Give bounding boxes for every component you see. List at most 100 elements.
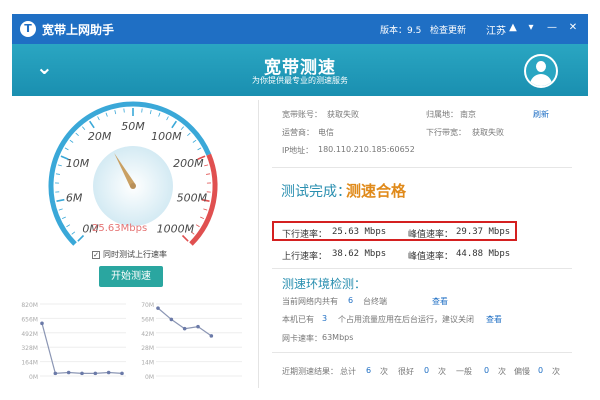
version-label: 版本：9.5 [380,26,422,36]
history-normal: 0 [484,366,490,375]
graph-axis-label: 28M [141,345,154,352]
account-label: 宽带账号： [282,110,322,119]
gauge-tick [61,216,66,220]
history-label: 近期测速结果： [282,367,338,376]
graph-line [157,307,212,337]
gauge-tick [56,198,65,203]
gauge-tick [192,139,197,143]
bg-text-b: 个占用流量应用在后台运行，建议关闭 [338,315,474,324]
lan-count: 6 [348,296,354,305]
bg-count: 3 [322,314,328,323]
shirt-icon[interactable]: ▲ [506,21,520,35]
location-value: 南京 [460,110,476,119]
upload-value: 38.62 Mbps [332,249,387,259]
download-history-graph: 820M 656M 492M 328M 164M 0M [21,302,126,381]
gauge-tick [195,224,200,228]
gauge-tick [64,147,69,151]
download-label: 下行速率： [282,230,328,240]
result-verdict: 测速合格 [346,182,407,200]
speed-readout: 25.63Mbps [92,223,148,234]
app-logo-icon: T [20,21,36,37]
close-icon[interactable]: ✕ [566,21,580,35]
sync-upload-option[interactable]: ✓ 同时测试上行速率 [92,249,167,260]
isp-label: 运营商： [282,128,314,137]
upload-peak-value: 44.88 Mbps [456,249,511,259]
history-very-good-label: 很好 [398,367,414,376]
gauge-tick [158,112,161,117]
divider [272,268,572,269]
refresh-link[interactable]: 刷新 [533,109,549,120]
gauge-hub [130,183,136,189]
gauge-tick [66,224,71,228]
gauge-tick [89,120,95,129]
gauge-tick [57,164,62,167]
gauge-tick [82,126,86,130]
divider [272,167,572,168]
gauge-tick-label: 10M [66,157,90,170]
history-total: 6 [366,366,372,375]
user-avatar[interactable] [524,54,558,88]
history-unit: 次 [438,367,446,376]
download-value: 25.63 Mbps [332,227,387,237]
gauge-tick-label: 500M [177,192,208,205]
graph-point [106,370,111,375]
history-unit: 次 [552,367,560,376]
history-poor-label: 偏慢 [514,367,530,376]
start-test-button[interactable]: 开始测速 [99,266,163,287]
graph-axis-label: 0M [29,374,38,381]
graph-line [41,323,123,374]
lan-text-b: 台终端 [363,297,387,306]
graph-point [120,371,124,376]
graph-point [93,371,98,376]
gauge-tick-label: 1000M [157,222,195,235]
graph-point [40,321,44,326]
nic-label: 网卡速率： [282,334,322,343]
environment-title: 测速环境检测： [282,277,367,291]
graph-point [196,324,200,329]
sync-upload-checkbox[interactable]: ✓ [92,250,100,259]
gauge-tick [75,132,79,137]
divider [272,352,572,353]
gauge-tick [58,208,63,211]
result-prefix: 测试完成： [281,184,351,200]
minimize-icon[interactable]: — [545,21,559,35]
gauge-tick [69,139,74,143]
history-normal-label: 一般 [456,367,472,376]
isp-value: 电信 [318,128,334,137]
lan-view-link[interactable]: 查看 [432,296,448,307]
gauge-tick [166,116,169,121]
gauge-tick [171,120,177,129]
nic-value: 63Mbps [322,333,354,342]
bg-view-link[interactable]: 查看 [486,314,502,325]
gauge-tick [187,132,191,137]
title-bar: T 宽带上网助手 版本：9.5 检查更新 江苏 ▲ ▾ — ✕ [12,14,588,44]
graph-point [80,371,84,376]
region-label[interactable]: 江苏 [486,22,506,37]
gauge-tick [71,231,76,235]
graph-point [169,317,174,322]
gauge-tick [77,234,85,242]
gauge-tick [149,110,152,115]
account-value: 获取失败 [327,110,359,119]
gauge-tick [203,208,208,211]
page-subtitle: 为你提供最专业的测速服务 [252,76,348,85]
gauge-tick [206,173,211,175]
gauge-tick [105,112,108,117]
downlink-value: 获取失败 [472,128,504,137]
gauge-tick-label: 6M [66,192,83,205]
location-label: 归属地： [426,110,458,119]
gauge-tick [97,116,100,121]
history-unit: 次 [498,367,506,376]
history-total-label: 总计 [340,367,356,376]
gauge-tick [181,234,189,242]
history-poor: 0 [538,366,544,375]
graph-axis-label: 656M [21,316,38,323]
ip-value: 180.110.210.185:60652 [318,145,415,154]
app-title: 宽带上网助手 [42,23,115,37]
gauge-tick [200,216,205,220]
check-update-link[interactable]: 检查更新 [430,23,466,36]
chevron-down-icon[interactable]: ▾ [524,21,538,35]
history-very-good: 0 [424,366,430,375]
graph-axis-label: 820M [21,302,38,309]
gauge-tick-label: 200M [173,157,204,170]
